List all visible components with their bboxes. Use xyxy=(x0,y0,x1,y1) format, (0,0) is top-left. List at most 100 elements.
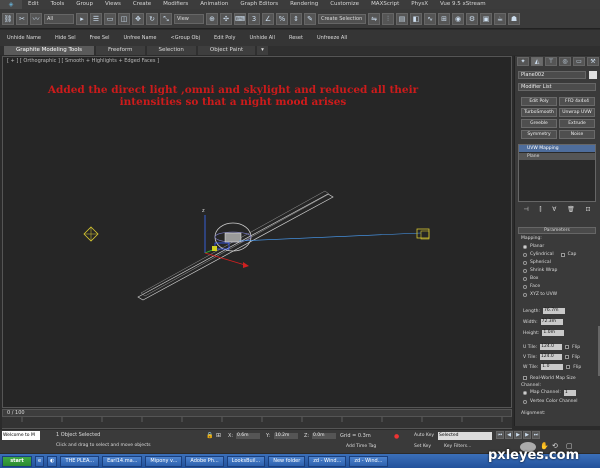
track-bar[interactable] xyxy=(2,417,512,429)
symmetry-modifier-button[interactable]: Symmetry xyxy=(521,130,557,139)
move-icon[interactable]: ✥ xyxy=(132,12,144,25)
reset-button[interactable]: Reset xyxy=(282,35,310,41)
object-color-swatch[interactable] xyxy=(589,71,597,79)
radio-cylindrical[interactable]: Cylindrical Cap xyxy=(523,251,576,258)
menu-customize[interactable]: Customize xyxy=(324,0,365,9)
app-logo-icon[interactable]: ◈ xyxy=(0,0,22,9)
radio-dot[interactable] xyxy=(523,244,527,249)
unwrap-uvw-modifier-button[interactable]: Unwrap UVW xyxy=(559,108,595,117)
align-icon[interactable]: ⫶ xyxy=(382,12,394,25)
render-icon[interactable]: ☕ xyxy=(494,12,506,25)
uflip-checkbox[interactable] xyxy=(565,345,570,349)
length-field[interactable]: 76.7m xyxy=(543,308,566,314)
set-key-button[interactable]: Set Key xyxy=(414,444,431,449)
task-earl14[interactable]: Earl14.ma... xyxy=(102,455,143,467)
create-tab-icon[interactable]: ✦ xyxy=(517,57,529,66)
scale-icon[interactable]: ⤡ xyxy=(160,12,172,25)
bind-space-warp-icon[interactable]: 〰 xyxy=(30,12,42,25)
configure-sets-icon[interactable]: ⊡ xyxy=(586,206,591,216)
radio-shrink-wrap[interactable]: Shrink Wrap xyxy=(523,267,557,274)
stack-item-plane[interactable]: Plane xyxy=(519,153,595,160)
percent-snap-icon[interactable]: % xyxy=(276,12,288,25)
menu-tools[interactable]: Tools xyxy=(45,0,71,9)
task-mipony[interactable]: Mipony v... xyxy=(145,455,183,467)
pin-stack-icon[interactable]: ⊣ xyxy=(523,206,528,216)
radio-box[interactable]: Box xyxy=(523,275,538,282)
ffd-modifier-button[interactable]: FFD 4x4x4 xyxy=(559,97,595,106)
map-channel-row[interactable]: Map Channel: 1 xyxy=(523,389,576,396)
stack-item-uvw-mapping[interactable]: UVW Mapping xyxy=(519,145,595,152)
vtile-field[interactable]: 124.0 xyxy=(539,354,562,360)
free-sel-button[interactable]: Free Sel xyxy=(83,35,117,41)
render-setup-icon[interactable]: ⚙ xyxy=(466,12,478,25)
link-icon[interactable]: ⛓ xyxy=(2,12,14,25)
pivot-icon[interactable]: ⊕ xyxy=(206,12,218,25)
selection-filter-dropdown[interactable]: All xyxy=(44,13,74,24)
object-name-field[interactable]: Plane002 xyxy=(518,71,586,79)
material-editor-icon[interactable]: ◉ xyxy=(452,12,464,25)
menu-modifiers[interactable]: Modifiers xyxy=(157,0,194,9)
angle-snap-icon[interactable]: ∠ xyxy=(262,12,274,25)
radio-dot[interactable] xyxy=(523,284,527,289)
graphite-toggle-icon[interactable]: ◧ xyxy=(410,12,422,25)
extrude-modifier-button[interactable]: Extrude xyxy=(559,119,595,128)
parameters-rollout-header[interactable]: Parameters xyxy=(518,227,596,234)
menu-group[interactable]: Group xyxy=(70,0,99,9)
radio-dot[interactable] xyxy=(523,252,527,257)
utile-field[interactable]: 124.0 xyxy=(540,344,563,350)
y-coordinate-field[interactable]: 10.2m xyxy=(274,433,298,439)
real-world-row[interactable]: Real-World Map Size xyxy=(523,374,576,382)
quicklaunch-media-icon[interactable]: ◐ xyxy=(47,455,58,467)
tab-object-paint[interactable]: Object Paint xyxy=(197,46,256,55)
start-button[interactable]: start xyxy=(2,455,32,467)
unlink-icon[interactable]: ✂ xyxy=(16,12,28,25)
mirror-icon[interactable]: ⇋ xyxy=(368,12,380,25)
vertex-color-row[interactable]: Vertex Color Channel xyxy=(523,398,578,405)
next-frame-icon[interactable]: ▶ xyxy=(523,431,531,439)
radio-face[interactable]: Face xyxy=(523,283,540,290)
rotate-icon[interactable]: ↻ xyxy=(146,12,158,25)
edit-poly-modifier-button[interactable]: Edit Poly xyxy=(521,97,557,106)
named-selection-dropdown[interactable]: Create Selection xyxy=(318,13,366,24)
time-slider[interactable]: 0 / 100 xyxy=(2,409,512,417)
hierarchy-tab-icon[interactable]: ⊤ xyxy=(545,57,557,66)
key-mode-icon[interactable]: ● xyxy=(394,433,399,440)
height-field[interactable]: 1.0m xyxy=(542,330,565,336)
group-obj-button[interactable]: <Group Obj xyxy=(164,35,208,41)
snap-toggle-icon[interactable]: 3 xyxy=(248,12,260,25)
quicklaunch-ie-icon[interactable]: e xyxy=(35,455,45,467)
play-icon[interactable]: ▶ xyxy=(514,431,522,439)
vflip-checkbox[interactable] xyxy=(564,355,569,359)
curve-editor-icon[interactable]: ∿ xyxy=(424,12,436,25)
remove-modifier-icon[interactable]: 🗑 xyxy=(567,206,575,216)
menu-create[interactable]: Create xyxy=(127,0,157,9)
key-filters-button[interactable]: Key Filters... xyxy=(444,444,471,449)
hide-sel-button[interactable]: Hide Sel xyxy=(48,35,83,41)
edit-named-selection-icon[interactable]: ✎ xyxy=(304,12,316,25)
radio-dot[interactable] xyxy=(523,390,527,395)
render-production-icon[interactable]: ☗ xyxy=(508,12,520,25)
map-channel-field[interactable]: 1 xyxy=(563,389,576,396)
task-zd-window-2[interactable]: zd - Wind... xyxy=(349,455,388,467)
spinner-snap-icon[interactable]: ⇕ xyxy=(290,12,302,25)
rendered-frame-icon[interactable]: ▣ xyxy=(480,12,492,25)
modifier-list-dropdown[interactable]: Modifier List xyxy=(518,83,596,91)
task-new-folder[interactable]: New folder xyxy=(268,455,306,467)
menu-physx[interactable]: PhysX xyxy=(405,0,434,9)
modify-tab-icon[interactable]: ◭ xyxy=(531,57,543,66)
tab-selection[interactable]: Selection xyxy=(146,46,196,55)
add-time-tag-button[interactable]: Add Time Tag xyxy=(346,444,376,449)
display-tab-icon[interactable]: ▭ xyxy=(573,57,585,66)
width-field[interactable]: 72.3m xyxy=(540,319,563,325)
task-looksbuilder[interactable]: LooksBuil... xyxy=(226,455,266,467)
select-by-name-icon[interactable]: ☰ xyxy=(90,12,102,25)
menu-views[interactable]: Views xyxy=(99,0,127,9)
keyboard-shortcut-icon[interactable]: ⌨ xyxy=(234,12,246,25)
radio-dot[interactable] xyxy=(523,292,527,297)
radio-planar[interactable]: Planar xyxy=(523,243,544,250)
rectangle-selection-icon[interactable]: ▭ xyxy=(104,12,116,25)
turbosmooth-modifier-button[interactable]: TurboSmooth xyxy=(521,108,557,117)
wflip-checkbox[interactable] xyxy=(566,365,571,369)
lock-selection-icon[interactable]: 🔒 xyxy=(206,432,213,439)
utilities-tab-icon[interactable]: ⚒ xyxy=(587,57,599,66)
